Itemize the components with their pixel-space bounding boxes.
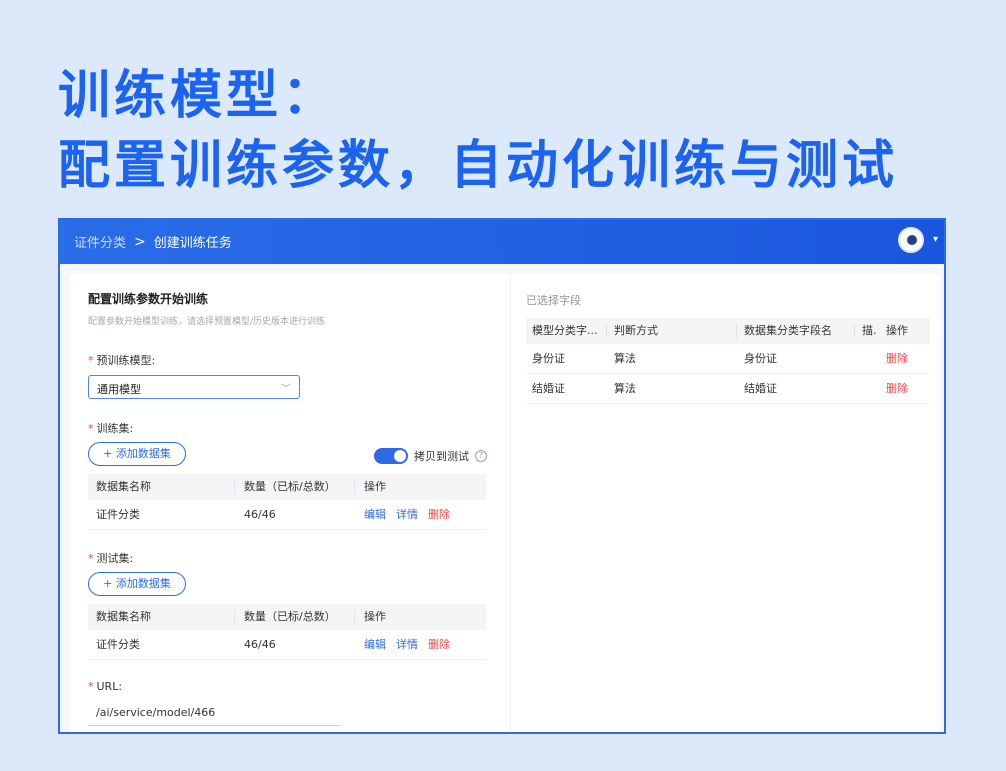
header-dataset-name: 数据集名称 [96, 480, 151, 493]
dataset-field: 身份证 [744, 352, 777, 365]
form-subtitle: 配置参数开始模型训练，请选择预置模型/历史版本进行训练 [88, 317, 326, 327]
table-header: 数据集名称 数量（已标/总数） 操作 [88, 474, 486, 500]
model-label: * 预训练模型: [88, 354, 156, 367]
avatar-icon[interactable] [898, 227, 924, 253]
header-dataset-field: 数据集分类字段名 [744, 324, 832, 337]
selected-fields-title: 已选择字段 [526, 294, 581, 307]
breadcrumb: 证件分类 > 创建训练任务 [74, 232, 232, 252]
dataset-name: 证件分类 [96, 508, 140, 521]
edit-link[interactable]: 编辑 [364, 630, 386, 660]
header-actions: 操作 [364, 610, 386, 623]
table-row: 身份证 算法 身份证 删除 [526, 344, 930, 374]
url-input[interactable]: /ai/service/model/466 [88, 700, 342, 726]
model-field: 身份证 [532, 352, 565, 365]
header-model-field: 模型分类字... [532, 324, 598, 337]
table-row: 结婚证 算法 结婚证 删除 [526, 374, 930, 404]
detail-link[interactable]: 详情 [396, 630, 418, 660]
model-select-value: 通用模型 [97, 383, 141, 396]
detail-link[interactable]: 详情 [396, 500, 418, 530]
add-train-dataset-button[interactable]: + 添加数据集 [88, 442, 186, 466]
breadcrumb-parent[interactable]: 证件分类 [74, 232, 126, 251]
header-actions: 操作 [886, 324, 908, 337]
table-header: 模型分类字... 判断方式 数据集分类字段名 描. 操作 [526, 318, 930, 344]
copy-to-test-toggle[interactable] [374, 448, 408, 464]
top-bar: 证件分类 > 创建训练任务 ▾ [60, 220, 944, 264]
headline-line-2: 配置训练参数，自动化训练与测试 [58, 136, 899, 196]
train-set-label: * 训练集: [88, 422, 134, 435]
header-description: 描. [862, 324, 877, 337]
row-actions: 编辑 详情 删除 [364, 630, 450, 660]
dataset-count: 46/46 [244, 508, 276, 521]
model-field: 结婚证 [532, 382, 565, 395]
header-actions: 操作 [364, 480, 386, 493]
selected-fields-table: 模型分类字... 判断方式 数据集分类字段名 描. 操作 身份证 算法 身份证 … [526, 318, 930, 404]
headline-line-1: 训练模型： [58, 66, 339, 126]
test-dataset-table: 数据集名称 数量（已标/总数） 操作 证件分类 46/46 编辑 详情 删除 [88, 604, 486, 660]
delete-link[interactable]: 删除 [886, 344, 908, 374]
dataset-name: 证件分类 [96, 638, 140, 651]
train-dataset-table: 数据集名称 数量（已标/总数） 操作 证件分类 46/46 编辑 详情 删除 [88, 474, 486, 530]
test-set-label: * 测试集: [88, 552, 134, 565]
delete-link[interactable]: 删除 [886, 374, 908, 404]
delete-link[interactable]: 删除 [428, 500, 450, 530]
header-count: 数量（已标/总数） [244, 610, 336, 623]
chevron-down-icon: ﹀ [281, 384, 291, 395]
copy-to-test-toggle-group: 拷贝到测试 ? [374, 448, 487, 464]
header-dataset-name: 数据集名称 [96, 610, 151, 623]
url-label: * URL: [88, 680, 123, 693]
selected-fields-panel: 已选择字段 模型分类字... 判断方式 数据集分类字段名 描. 操作 身份证 算… [526, 274, 930, 732]
help-icon[interactable]: ? [475, 450, 487, 462]
table-row: 证件分类 46/46 编辑 详情 删除 [88, 630, 486, 660]
copy-to-test-label: 拷贝到测试 [414, 450, 469, 463]
training-config-form: 配置训练参数开始训练 配置参数开始模型训练，请选择预置模型/历史版本进行训练 *… [88, 274, 508, 732]
method: 算法 [614, 382, 636, 395]
edit-link[interactable]: 编辑 [364, 500, 386, 530]
row-actions: 编辑 详情 删除 [364, 500, 450, 530]
breadcrumb-current: 创建训练任务 [153, 236, 232, 251]
dataset-count: 46/46 [244, 638, 276, 651]
method: 算法 [614, 352, 636, 365]
form-title: 配置训练参数开始训练 [88, 292, 209, 306]
header-method: 判断方式 [614, 324, 658, 337]
panel-divider [510, 274, 511, 732]
delete-link[interactable]: 删除 [428, 630, 450, 660]
content-panel: 配置训练参数开始训练 配置参数开始模型训练，请选择预置模型/历史版本进行训练 *… [70, 274, 940, 732]
table-row: 证件分类 46/46 编辑 详情 删除 [88, 500, 486, 530]
caret-down-icon[interactable]: ▾ [933, 234, 938, 245]
model-select[interactable]: 通用模型 ﹀ [88, 375, 300, 399]
breadcrumb-separator: > [134, 233, 146, 250]
add-test-dataset-button[interactable]: + 添加数据集 [88, 572, 186, 596]
app-window: 证件分类 > 创建训练任务 ▾ 配置训练参数开始训练 配置参数开始模型训练，请选… [58, 218, 946, 734]
dataset-field: 结婚证 [744, 382, 777, 395]
table-header: 数据集名称 数量（已标/总数） 操作 [88, 604, 486, 630]
header-count: 数量（已标/总数） [244, 480, 336, 493]
